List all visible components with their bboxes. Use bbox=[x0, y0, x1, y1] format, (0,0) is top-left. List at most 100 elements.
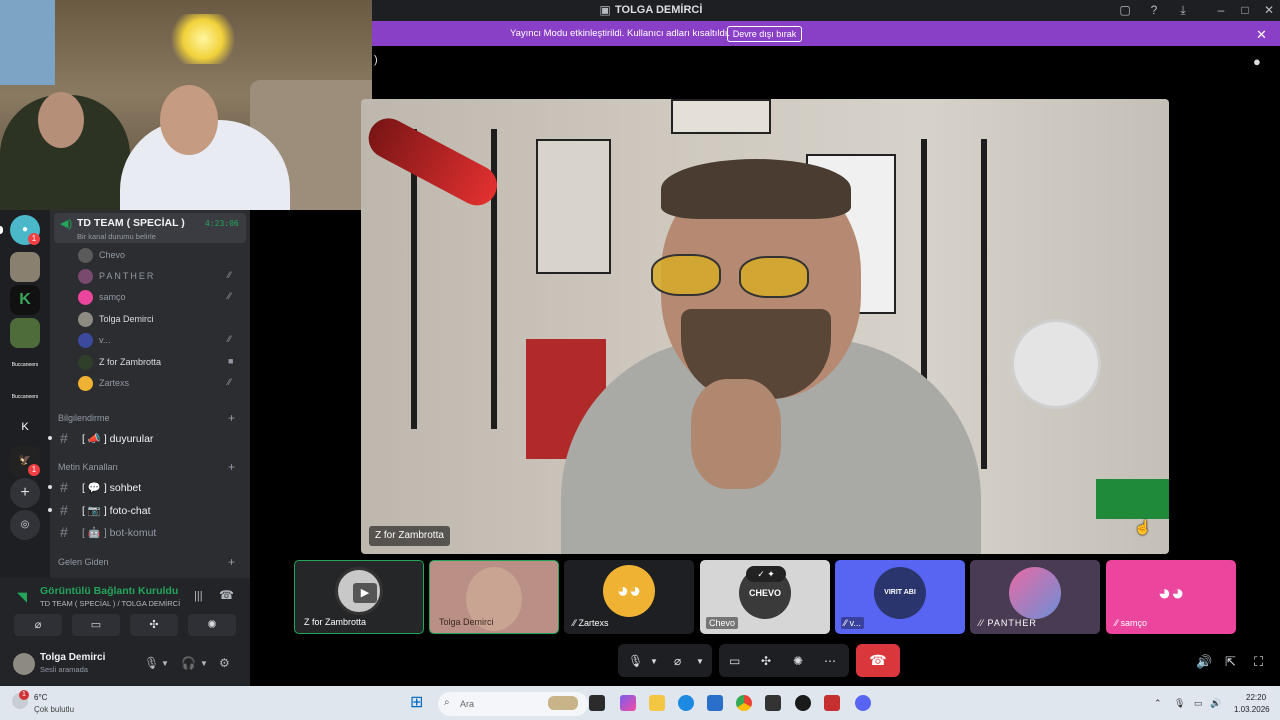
copilot-icon[interactable] bbox=[620, 695, 636, 711]
main-video-stream[interactable] bbox=[361, 99, 1169, 554]
server-icon[interactable]: Buccaneers bbox=[10, 350, 40, 380]
participant-tile[interactable]: ◕◕ ⁄⁄ samço bbox=[1106, 560, 1236, 634]
volume-icon[interactable]: 🔊 bbox=[1196, 654, 1212, 670]
edge-icon[interactable] bbox=[678, 695, 694, 711]
screen-share-button[interactable]: ▭ bbox=[72, 614, 120, 636]
close-icon[interactable]: ✕ bbox=[1256, 27, 1267, 43]
minimize-icon[interactable]: – bbox=[1214, 3, 1228, 17]
microphone-icon[interactable]: 🎙 bbox=[144, 656, 159, 670]
screen-share-icon[interactable]: ▭ bbox=[729, 654, 740, 668]
taskbar bbox=[0, 686, 1280, 720]
disconnect-icon[interactable]: ☎ bbox=[219, 588, 234, 602]
voice-connection-subtitle[interactable]: TD TEAM ( SPECİAL ) / TOLGA DEMİRCİ bbox=[40, 599, 180, 608]
chevron-up-icon[interactable]: ⌃ bbox=[1154, 698, 1162, 709]
microphone-tray-icon[interactable]: 🎙 bbox=[1174, 698, 1185, 709]
file-explorer-icon[interactable] bbox=[649, 695, 665, 711]
discord-icon[interactable] bbox=[855, 695, 871, 711]
camera-off-button[interactable]: ⌀ bbox=[14, 614, 62, 636]
user-status: Sesli aramada bbox=[40, 665, 88, 674]
fullscreen-icon[interactable]: ⛶ bbox=[1254, 654, 1263, 670]
gear-icon[interactable]: ⚙ bbox=[219, 656, 230, 670]
activities-icon[interactable]: ✣ bbox=[761, 654, 771, 668]
participant-tile[interactable]: ⁄⁄ PANTHER bbox=[970, 560, 1100, 634]
channel-bot-komut[interactable]: # [ 🤖 ] bot-komut bbox=[58, 522, 248, 542]
voice-member[interactable]: Z for Zambrotta ■ bbox=[78, 353, 248, 373]
more-options-icon[interactable]: ⋯ bbox=[824, 654, 836, 668]
participant-tile[interactable]: VIRIT ABI ⁄⁄ v... bbox=[835, 560, 965, 634]
voice-member[interactable]: Zartexs ⁄⁄ bbox=[78, 374, 248, 394]
category-bilgilendirme[interactable]: Bilgilendirme bbox=[58, 413, 110, 423]
camera-icon: ▶ bbox=[353, 583, 377, 603]
app-icon[interactable] bbox=[795, 695, 811, 711]
avatar[interactable] bbox=[13, 653, 35, 675]
voice-member-name: Chevo bbox=[99, 250, 126, 260]
glass-lens bbox=[739, 256, 809, 298]
channel-status-placeholder[interactable]: Bir kanal durumu belirle bbox=[77, 232, 156, 241]
hang-up-button[interactable]: ☎ bbox=[856, 644, 900, 677]
user-area bbox=[0, 644, 250, 686]
chevron-down-icon[interactable]: ▼ bbox=[696, 657, 704, 666]
discord-logo-icon: ◕◕ bbox=[603, 565, 655, 617]
participant-tile[interactable]: ▶ Z for Zambrotta bbox=[294, 560, 424, 634]
headphones-icon[interactable]: 🎧 bbox=[181, 656, 196, 670]
network-icon[interactable]: ▭ bbox=[1194, 698, 1203, 709]
add-channel-icon[interactable]: + bbox=[228, 460, 235, 474]
camera-off-icon[interactable]: ⌀ bbox=[674, 654, 681, 668]
add-channel-icon[interactable]: + bbox=[228, 411, 235, 425]
voice-member[interactable]: PANTHER ⁄⁄ bbox=[78, 267, 248, 287]
category-metin-kanallari[interactable]: Metin Kanalları bbox=[58, 462, 118, 472]
chat-bubble-icon[interactable]: ● bbox=[1253, 54, 1261, 69]
microphone-icon[interactable]: 🎙 bbox=[628, 654, 643, 668]
soundboard-icon[interactable]: ✺ bbox=[793, 654, 803, 668]
avatar bbox=[78, 290, 93, 305]
avatar: VIRIT ABI bbox=[874, 567, 926, 619]
task-view-icon[interactable] bbox=[589, 695, 605, 711]
add-server-icon[interactable]: + bbox=[10, 478, 40, 508]
channel-foto-chat[interactable]: # [ 📷 ] foto-chat bbox=[48, 500, 248, 520]
server-icon[interactable]: K bbox=[10, 412, 40, 442]
unread-dot bbox=[48, 508, 52, 512]
maximize-icon[interactable]: □ bbox=[1238, 3, 1252, 17]
channel-sohbet[interactable]: # [ 💬 ] sohbet bbox=[48, 477, 248, 497]
disable-streamer-mode-button[interactable]: Devre dışı bırak bbox=[727, 26, 802, 42]
explore-icon[interactable]: ◎ bbox=[10, 510, 40, 540]
video-icon: ■ bbox=[228, 356, 234, 366]
streamer-hand bbox=[691, 379, 781, 489]
app-icon[interactable] bbox=[824, 695, 840, 711]
add-channel-icon[interactable]: + bbox=[228, 555, 235, 569]
obs-icon[interactable] bbox=[765, 695, 781, 711]
noise-suppression-icon[interactable]: ||| bbox=[194, 590, 203, 602]
download-icon[interactable]: ⤓ bbox=[1176, 3, 1190, 17]
voice-member[interactable]: v... ⁄⁄ bbox=[78, 331, 248, 351]
pop-out-icon[interactable]: ⇱ bbox=[1225, 654, 1236, 670]
channel-duyurular[interactable]: # [ 📣 ] duyurular bbox=[48, 428, 248, 448]
signal-icon[interactable]: ◥ bbox=[17, 589, 27, 605]
chevron-down-icon[interactable]: ▼ bbox=[161, 659, 169, 668]
server-icon[interactable]: Buccaneers bbox=[10, 382, 40, 412]
speaker-tray-icon[interactable]: 🔊 bbox=[1210, 698, 1221, 709]
server-icon[interactable] bbox=[10, 318, 40, 348]
close-window-icon[interactable]: ✕ bbox=[1262, 3, 1276, 17]
server-icon[interactable] bbox=[10, 252, 40, 282]
clock-date[interactable]: 1.03.2026 bbox=[1234, 705, 1270, 714]
voice-member[interactable]: samço ⁄⁄ bbox=[78, 288, 248, 308]
help-icon[interactable]: ? bbox=[1147, 3, 1161, 17]
tile-label: Z for Zambrotta bbox=[304, 617, 367, 627]
participant-tile[interactable]: CHEVO ✓ ✦ Chevo bbox=[700, 560, 830, 634]
activities-button[interactable]: ✣ bbox=[130, 614, 178, 636]
clock-time[interactable]: 22:20 bbox=[1246, 693, 1266, 702]
inbox-icon[interactable]: ▢ bbox=[1118, 3, 1132, 17]
kick-server-icon[interactable]: K bbox=[10, 285, 40, 315]
chevron-down-icon[interactable]: ▼ bbox=[650, 657, 658, 666]
chrome-icon[interactable] bbox=[736, 695, 752, 711]
voice-member[interactable]: Chevo bbox=[78, 246, 248, 266]
voice-member[interactable]: Tolga Demirci bbox=[78, 310, 248, 330]
soundboard-button[interactable]: ✺ bbox=[188, 614, 236, 636]
channel-name: [ 💬 ] sohbet bbox=[82, 482, 142, 494]
participant-tile[interactable]: ◕◕ ⁄⁄ Zartexs bbox=[564, 560, 694, 634]
category-gelen-giden[interactable]: Gelen Giden bbox=[58, 557, 109, 567]
store-icon[interactable] bbox=[707, 695, 723, 711]
windows-start-icon[interactable]: ⊞ bbox=[410, 694, 423, 712]
chevron-down-icon[interactable]: ▼ bbox=[200, 659, 208, 668]
participant-tile[interactable]: Tolga Demirci bbox=[429, 560, 559, 634]
